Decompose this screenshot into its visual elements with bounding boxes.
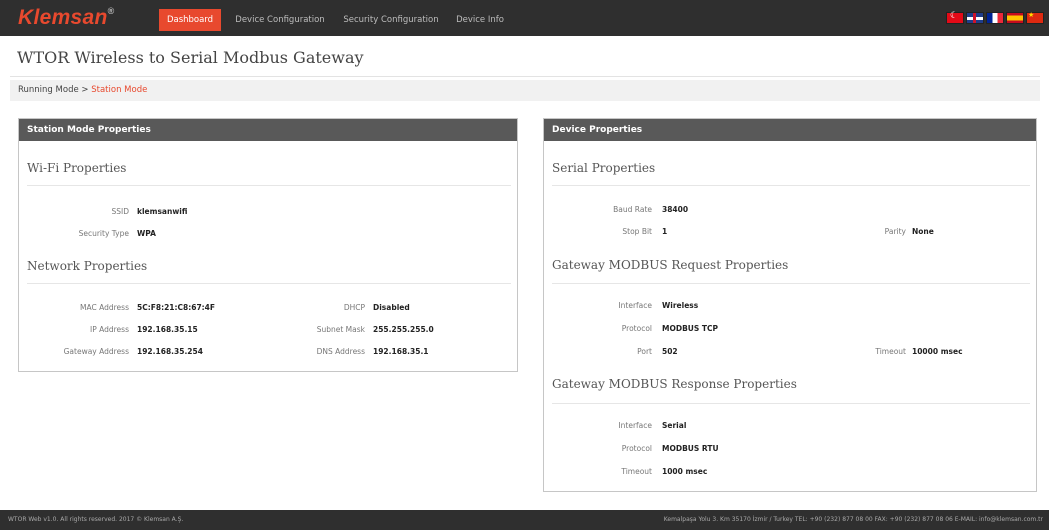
gateway-address-value: 192.168.35.254 [137, 347, 203, 356]
request-port-label: Port [637, 347, 652, 356]
stop-bit-value: 1 [662, 227, 668, 236]
footer-contact: Kemalpaşa Yolu 3. Km 35170 İzmir / Turke… [663, 516, 1043, 523]
turkish-flag-icon[interactable] [946, 11, 964, 24]
parity-value: None [912, 227, 934, 236]
serial-section-title: Serial Properties [552, 161, 656, 175]
ip-address-value: 192.168.35.15 [137, 325, 198, 334]
station-mode-panel: Station Mode Properties Wi-Fi Properties… [18, 118, 518, 372]
spanish-flag-icon[interactable] [1006, 12, 1024, 24]
device-panel-header: Device Properties [544, 119, 1036, 141]
brand-registered-mark: ® [107, 6, 115, 16]
response-timeout-label: Timeout [621, 467, 652, 476]
response-interface-value: Serial [662, 421, 687, 430]
response-protocol-value: MODBUS RTU [662, 444, 719, 453]
request-port-value: 502 [662, 347, 678, 356]
request-timeout-label: Timeout [875, 347, 906, 356]
dns-address-label: DNS Address [316, 347, 365, 356]
footer: WTOR Web v1.0. All rights reserved. 2017… [0, 510, 1049, 530]
breadcrumb: Running Mode > Station Mode [10, 80, 1040, 101]
language-selector [946, 11, 1044, 25]
request-protocol-value: MODBUS TCP [662, 324, 719, 333]
request-interface-label: Interface [618, 301, 652, 310]
response-protocol-label: Protocol [621, 444, 652, 453]
serial-section-divider [552, 185, 1030, 186]
dhcp-value: Disabled [373, 303, 410, 312]
breadcrumb-current: Station Mode [91, 85, 148, 95]
brand-name: Klemsan [18, 6, 108, 29]
request-protocol-label: Protocol [621, 324, 652, 333]
response-section-title: Gateway MODBUS Response Properties [552, 377, 797, 391]
response-timeout-value: 1000 msec [662, 467, 708, 476]
breadcrumb-separator: > [81, 85, 89, 95]
request-timeout-value: 10000 msec [912, 347, 963, 356]
parity-label: Parity [884, 227, 906, 236]
network-section-title: Network Properties [27, 259, 148, 273]
ssid-label: SSID [111, 207, 129, 216]
stop-bit-label: Stop Bit [622, 227, 652, 236]
response-interface-label: Interface [618, 421, 652, 430]
footer-copyright: WTOR Web v1.0. All rights reserved. 2017… [8, 516, 184, 523]
uk-flag-icon[interactable] [966, 12, 984, 24]
wifi-section-title: Wi-Fi Properties [27, 161, 127, 175]
wifi-section-divider [27, 185, 511, 186]
french-flag-icon[interactable] [986, 12, 1004, 24]
breadcrumb-root[interactable]: Running Mode [18, 85, 79, 95]
mac-address-value: 5C:F8:21:C8:67:4F [137, 303, 215, 312]
subnet-mask-label: Subnet Mask [316, 325, 365, 334]
brand-logo[interactable]: Klemsan® [18, 6, 115, 30]
mac-address-label: MAC Address [80, 303, 129, 312]
station-panel-header: Station Mode Properties [19, 119, 517, 141]
nav-device-configuration[interactable]: Device Configuration [228, 10, 332, 30]
ip-address-label: IP Address [90, 325, 129, 334]
request-section-divider [552, 283, 1030, 284]
device-properties-panel: Device Properties Serial Properties Baud… [543, 118, 1037, 492]
top-navbar: Klemsan® Dashboard Device Configuration … [0, 0, 1049, 36]
title-divider [10, 76, 1040, 77]
network-section-divider [27, 283, 511, 284]
security-type-value: WPA [137, 229, 156, 238]
request-section-title: Gateway MODBUS Request Properties [552, 258, 789, 272]
baud-rate-label: Baud Rate [613, 205, 652, 214]
nav-device-info[interactable]: Device Info [450, 10, 510, 30]
subnet-mask-value: 255.255.255.0 [373, 325, 434, 334]
request-interface-value: Wireless [662, 301, 699, 310]
page-title: WTOR Wireless to Serial Modbus Gateway [17, 48, 364, 67]
gateway-address-label: Gateway Address [63, 347, 129, 356]
security-type-label: Security Type [78, 229, 129, 238]
nav-security-configuration[interactable]: Security Configuration [338, 10, 444, 30]
nav-dashboard[interactable]: Dashboard [159, 9, 221, 31]
response-section-divider [552, 403, 1030, 404]
ssid-value: klemsanwifi [137, 207, 188, 216]
dns-address-value: 192.168.35.1 [373, 347, 429, 356]
baud-rate-value: 38400 [662, 205, 689, 214]
chinese-flag-icon[interactable] [1026, 11, 1044, 24]
dhcp-label: DHCP [343, 303, 365, 312]
